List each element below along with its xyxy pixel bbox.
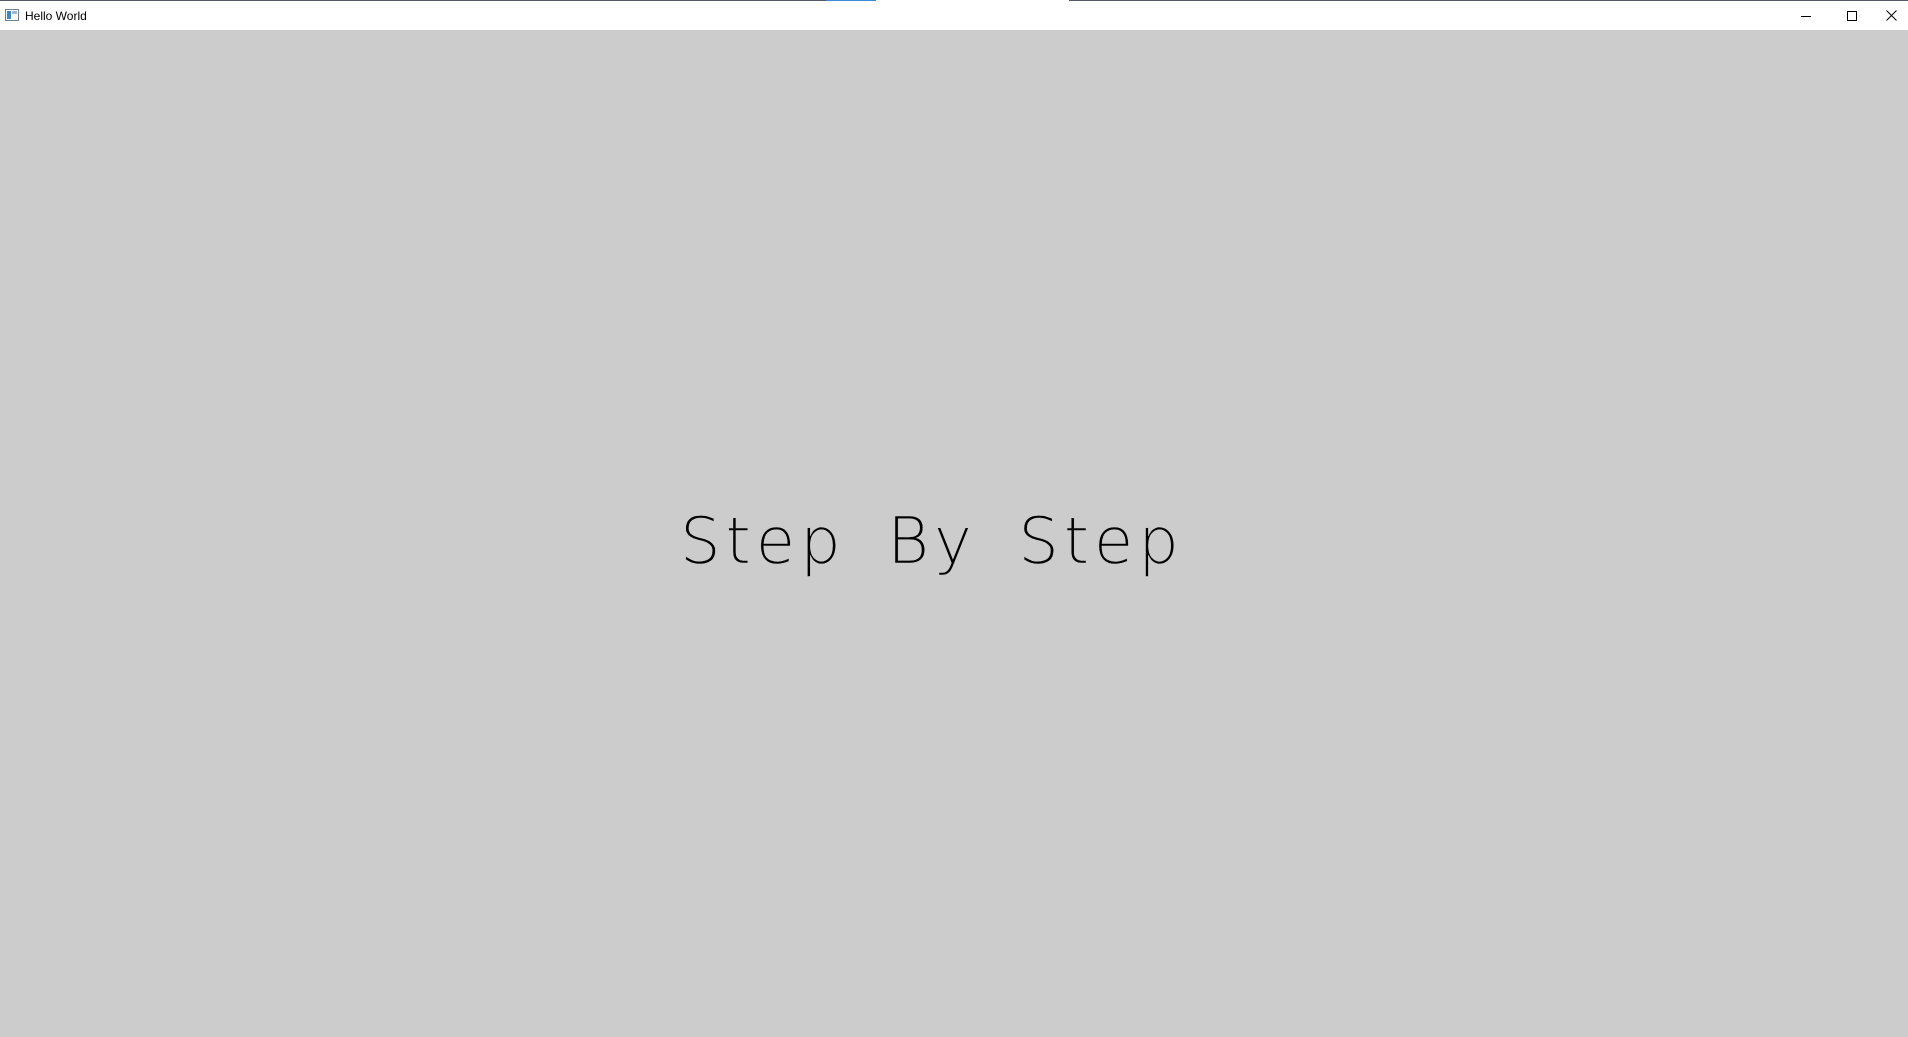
app-window: Hello World Step By Step bbox=[0, 0, 1908, 1037]
title-bar[interactable]: Hello World bbox=[0, 0, 1908, 30]
minimize-button[interactable] bbox=[1783, 1, 1829, 30]
headline-text: Step By Step bbox=[680, 505, 1184, 579]
minimize-icon bbox=[1801, 15, 1811, 17]
maximize-button[interactable] bbox=[1829, 1, 1875, 30]
title-bar-highlight bbox=[876, 0, 1069, 1]
title-bar-accent bbox=[826, 0, 876, 1]
window-title: Hello World bbox=[25, 9, 87, 23]
client-area: Step By Step bbox=[0, 30, 1908, 1037]
close-icon bbox=[1886, 10, 1897, 21]
app-icon[interactable] bbox=[5, 9, 19, 21]
maximize-icon bbox=[1847, 10, 1857, 21]
close-button[interactable] bbox=[1875, 1, 1908, 30]
